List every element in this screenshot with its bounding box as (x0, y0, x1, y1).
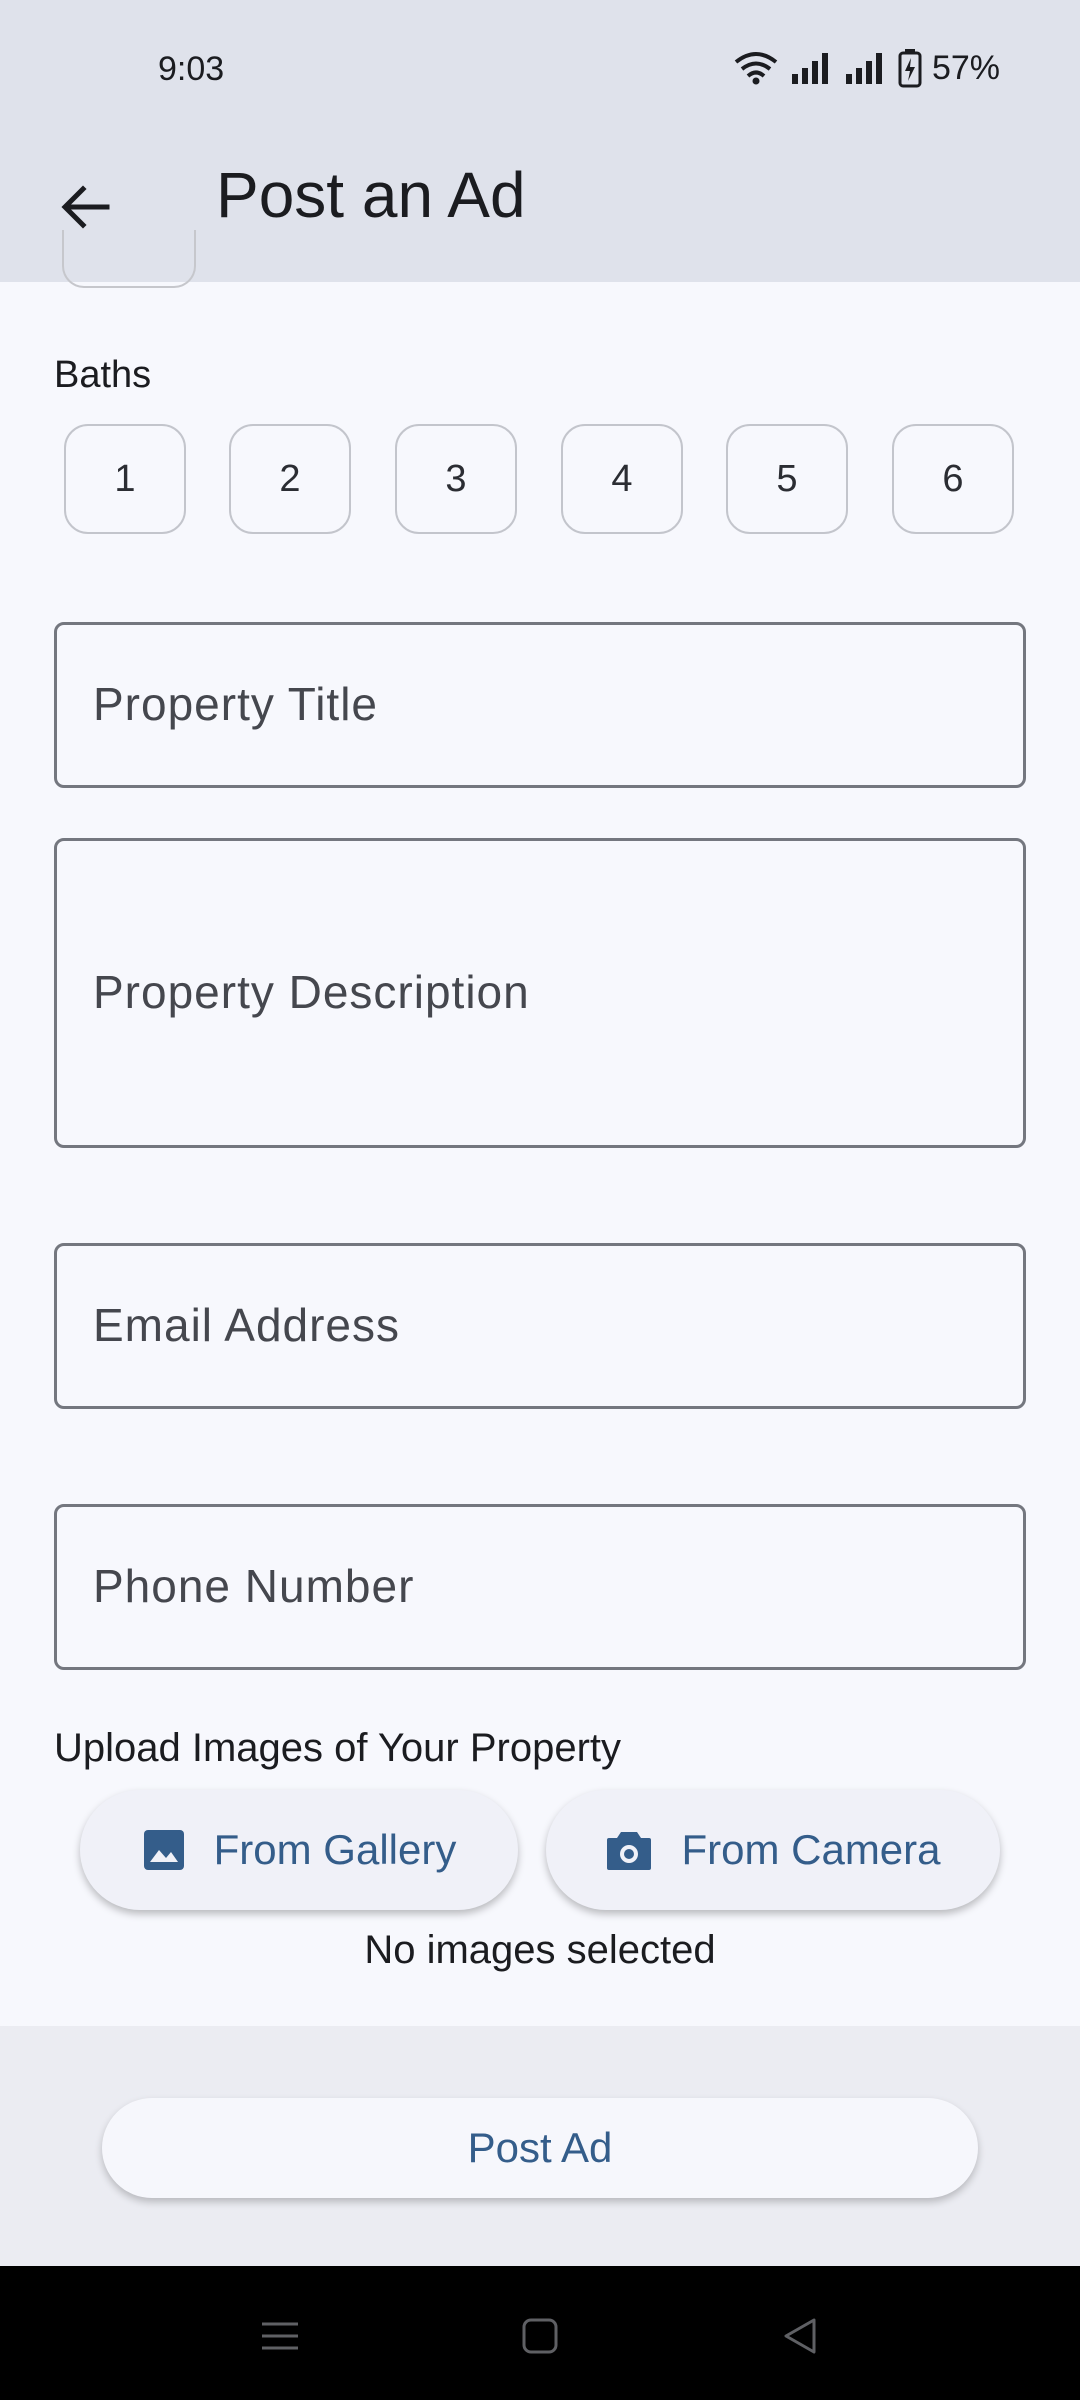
from-gallery-button[interactable]: From Gallery (80, 1790, 518, 1910)
baths-option-3[interactable]: 3 (395, 424, 517, 534)
from-camera-label: From Camera (681, 1826, 941, 1873)
baths-label: Baths (54, 354, 152, 396)
post-ad-button[interactable]: Post Ad (102, 2098, 978, 2198)
previous-chip-edge (62, 230, 196, 288)
baths-option-5[interactable]: 5 (726, 424, 848, 534)
property-description-field[interactable]: Property Description (54, 838, 1026, 1148)
triangle-back-icon (784, 2318, 816, 2354)
signal-icon (791, 53, 828, 84)
baths-option-1[interactable]: 1 (64, 424, 186, 534)
battery-level: 57% (931, 48, 1000, 87)
page-title: Post an Ad (216, 159, 526, 231)
system-back-button[interactable] (770, 2306, 830, 2366)
arrow-back-icon (61, 185, 110, 229)
email-field[interactable]: Email Address (54, 1243, 1026, 1409)
upload-label: Upload Images of Your Property (54, 1726, 622, 1770)
property-title-field[interactable]: Property Title (54, 622, 1026, 788)
status-time: 9:03 (158, 50, 225, 88)
recents-button[interactable] (250, 2306, 310, 2366)
menu-icon (262, 2322, 298, 2350)
baths-option-4[interactable]: 4 (561, 424, 683, 534)
from-camera-button[interactable]: From Camera (546, 1790, 1000, 1910)
images-status: No images selected (364, 1928, 716, 1972)
camera-icon (607, 1832, 652, 1870)
baths-option-2[interactable]: 2 (229, 424, 351, 534)
wifi-icon (734, 52, 778, 85)
status-bar: 9:03 57% (0, 0, 1080, 140)
from-gallery-label: From Gallery (213, 1826, 457, 1873)
battery-charging-icon (898, 49, 922, 88)
system-nav-bar (0, 2266, 1080, 2400)
image-icon (143, 1830, 184, 1870)
baths-option-6[interactable]: 6 (892, 424, 1014, 534)
property-description-placeholder: Property Description (93, 966, 530, 1018)
status-icons: 57% (732, 48, 1000, 88)
signal-icon-2 (845, 53, 882, 84)
property-title-placeholder: Property Title (93, 678, 378, 730)
phone-field[interactable]: Phone Number (54, 1504, 1026, 1670)
phone-placeholder: Phone Number (93, 1560, 415, 1612)
home-square-icon (522, 2318, 558, 2354)
email-placeholder: Email Address (93, 1299, 401, 1351)
home-button[interactable] (510, 2306, 570, 2366)
